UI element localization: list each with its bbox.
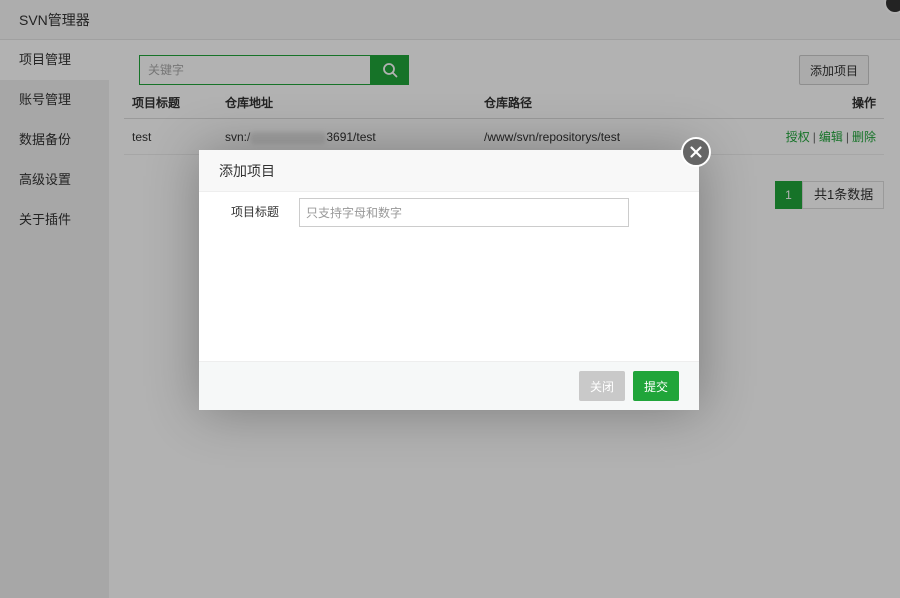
close-icon [690, 146, 702, 158]
project-title-label: 项目标题 [230, 205, 279, 219]
project-title-input[interactable] [299, 198, 629, 227]
dialog-footer: 关闭 提交 [199, 361, 699, 410]
dialog-title: 添加项目 [199, 150, 699, 192]
add-project-dialog: 添加项目 项目标题 关闭 提交 [199, 137, 711, 410]
form-row-title: 项目标题 [199, 198, 699, 228]
dialog-close-button[interactable] [681, 137, 711, 167]
submit-button[interactable]: 提交 [633, 371, 679, 401]
close-button[interactable]: 关闭 [579, 371, 625, 401]
